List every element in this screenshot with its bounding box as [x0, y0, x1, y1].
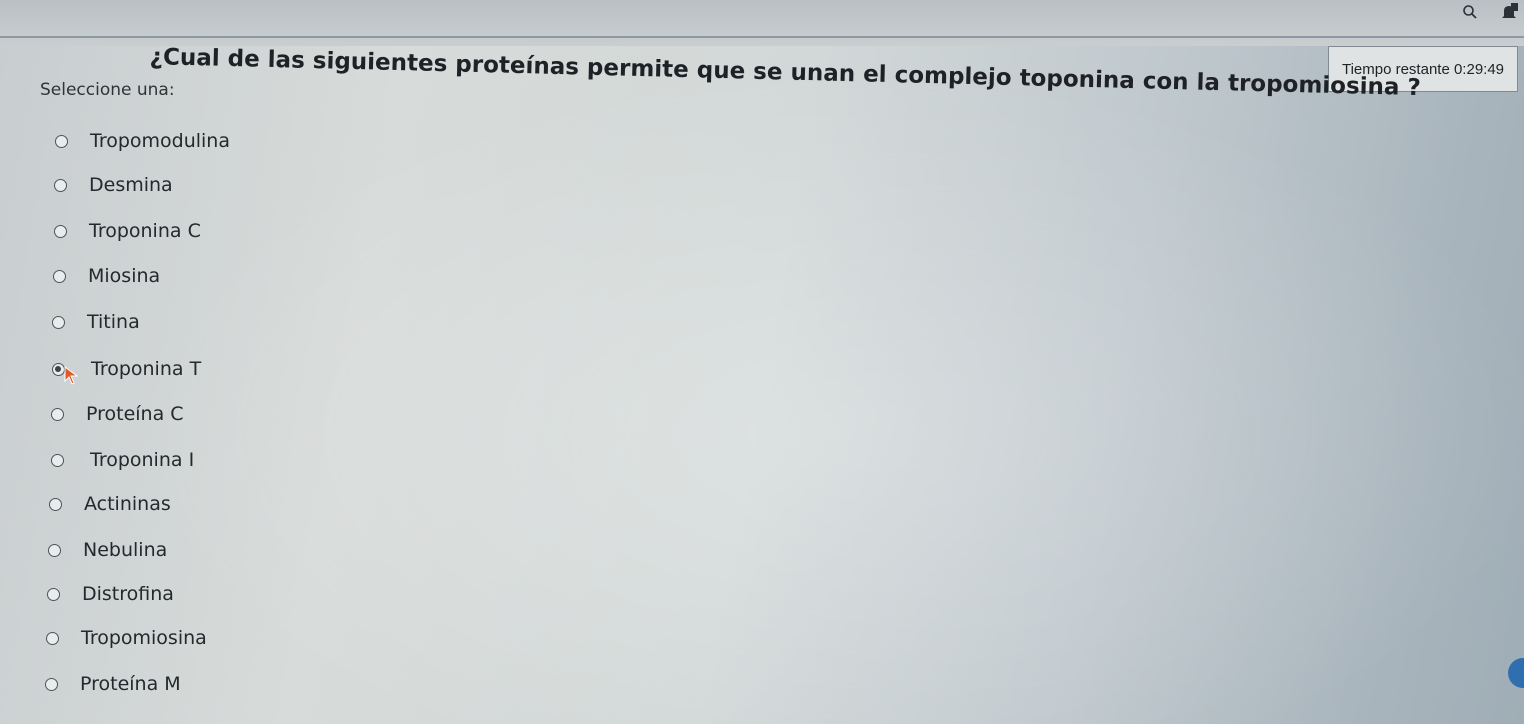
radio-button[interactable] [48, 543, 61, 557]
radio-button[interactable] [45, 677, 58, 691]
radio-button[interactable] [47, 587, 60, 601]
bell-icon[interactable] [1500, 3, 1518, 21]
option-tropomiosina[interactable]: Tropomiosina [46, 625, 207, 651]
answer-options: Tropomodulina Desmina Troponina C Miosin… [0, 0, 600, 724]
radio-button[interactable] [53, 269, 66, 283]
option-label: Miosina [88, 265, 161, 287]
radio-button[interactable] [54, 178, 67, 192]
option-label: Troponina I [90, 449, 195, 471]
help-bubble-icon[interactable] [1508, 658, 1524, 688]
option-troponina-c[interactable]: Troponina C [54, 218, 201, 244]
mouse-pointer-icon [64, 366, 79, 385]
option-label: Troponina C [89, 220, 201, 242]
option-label: Nebulina [83, 539, 168, 561]
timer-value: 0:29:49 [1453, 60, 1505, 78]
radio-button[interactable] [54, 224, 67, 238]
option-distrofina[interactable]: Distrofina [47, 581, 174, 607]
radio-button[interactable] [55, 134, 68, 148]
search-icon[interactable] [1462, 4, 1478, 20]
option-label: Troponina T [91, 358, 202, 380]
option-label: Tropomodulina [90, 130, 230, 152]
top-icons [1462, 0, 1518, 24]
option-desmina[interactable]: Desmina [54, 172, 173, 198]
option-troponina-i[interactable]: Troponina I [51, 447, 194, 473]
option-label: Proteína M [80, 673, 181, 695]
radio-button[interactable] [52, 315, 65, 329]
option-titina[interactable]: Titina [52, 309, 140, 335]
radio-button[interactable] [49, 497, 62, 511]
option-nebulina[interactable]: Nebulina [48, 537, 167, 563]
option-label: Actininas [84, 493, 171, 515]
radio-button[interactable] [51, 453, 64, 467]
radio-button[interactable] [46, 631, 59, 645]
option-actininas[interactable]: Actininas [49, 491, 171, 517]
option-miosina[interactable]: Miosina [53, 263, 160, 289]
option-proteina-m[interactable]: Proteína M [45, 671, 181, 697]
option-tropomodulina[interactable]: Tropomodulina [55, 128, 230, 154]
option-label: Proteína C [86, 403, 184, 425]
option-proteina-c[interactable]: Proteína C [51, 401, 184, 427]
option-label: Titina [87, 311, 140, 333]
option-label: Distrofina [82, 583, 174, 605]
option-label: Desmina [89, 174, 173, 196]
option-label: Tropomiosina [81, 627, 207, 649]
radio-button[interactable] [51, 407, 64, 421]
